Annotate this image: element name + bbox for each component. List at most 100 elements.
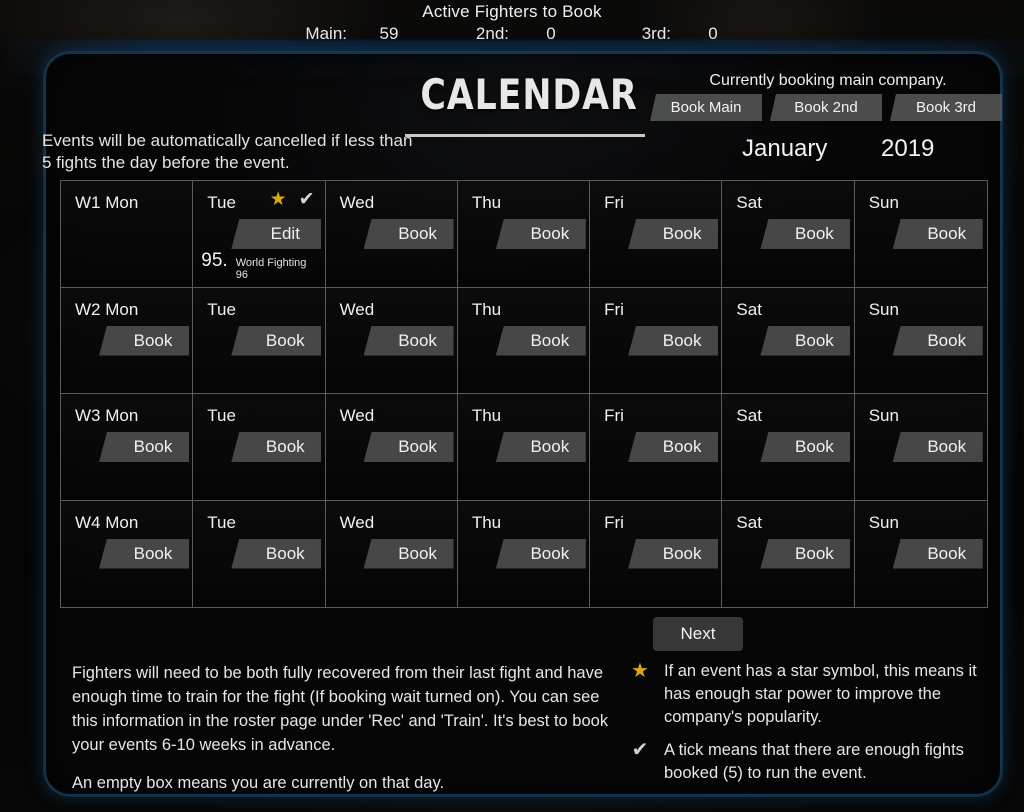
book-event-button[interactable]: Book bbox=[99, 325, 189, 356]
help-paragraph-1: Fighters will need to be both fully reco… bbox=[72, 664, 609, 754]
book-event-button[interactable]: Book bbox=[363, 325, 454, 356]
tick-icon: ✔ bbox=[298, 189, 315, 210]
calendar-cell: Sun Book bbox=[854, 181, 987, 288]
year-label: 2019 bbox=[881, 135, 935, 162]
edit-event-button[interactable]: Edit bbox=[231, 219, 322, 249]
day-label: Thu bbox=[471, 406, 502, 425]
book-3rd-button[interactable]: Book 3rd bbox=[890, 94, 1002, 121]
counter-label-2nd: 2nd: bbox=[475, 24, 509, 43]
calendar-grid: W1 Mon Tue ★ ✔ Edit 95. World Fighting 96 Wed Bo… bbox=[60, 180, 988, 608]
book-event-button[interactable]: Book bbox=[628, 325, 719, 356]
calendar-cell: Sat Book bbox=[722, 500, 855, 607]
day-label: Wed bbox=[339, 406, 375, 425]
day-label: Tue bbox=[207, 406, 236, 425]
day-label: W3 Mon bbox=[75, 406, 139, 425]
counter-value-main: 59 bbox=[379, 24, 399, 43]
next-button[interactable]: Next bbox=[653, 617, 743, 651]
book-event-button[interactable]: Book bbox=[495, 538, 586, 569]
book-event-button[interactable]: Book bbox=[628, 219, 719, 249]
legend-text-star: If an event has a star symbol, this mean… bbox=[664, 662, 977, 726]
book-event-button[interactable]: Book bbox=[99, 432, 189, 462]
day-label: Fri bbox=[604, 299, 624, 319]
book-event-button[interactable]: Book bbox=[628, 432, 719, 462]
calendar-cell: Thu Book bbox=[457, 287, 591, 394]
calendar-cell: Thu Book bbox=[457, 394, 591, 501]
book-event-button[interactable]: Book bbox=[495, 325, 586, 356]
calendar-cell: Tue Book bbox=[193, 500, 326, 607]
day-label: Sat bbox=[736, 406, 762, 425]
booking-help-text: Fighters will need to be both fully reco… bbox=[72, 661, 617, 795]
fighter-counters: Main: 59 2nd: 0 3rd: 0 bbox=[0, 24, 1024, 44]
day-label: Sun bbox=[868, 406, 899, 425]
day-label: Tue bbox=[207, 193, 236, 212]
book-event-button[interactable]: Book bbox=[363, 219, 454, 249]
day-label: Sat bbox=[736, 193, 762, 212]
day-label: W2 Mon bbox=[75, 299, 139, 319]
cancellation-note: Events will be automatically cancelled i… bbox=[42, 131, 413, 172]
counter-label-3rd: 3rd: bbox=[641, 24, 671, 43]
active-fighters-bar: Active Fighters to Book Main: 59 2nd: 0 … bbox=[0, 0, 1024, 46]
calendar-cell: W3 Mon Book bbox=[61, 394, 194, 501]
month-label: January bbox=[742, 135, 828, 162]
book-event-button[interactable]: Book bbox=[892, 538, 983, 569]
book-event-button[interactable]: Book bbox=[760, 538, 851, 569]
day-label: Sun bbox=[868, 193, 899, 212]
book-event-button[interactable]: Book bbox=[892, 219, 983, 249]
book-event-button[interactable]: Book bbox=[99, 538, 189, 569]
book-event-button[interactable]: Book bbox=[231, 325, 322, 356]
calendar-cell: Wed Book bbox=[325, 500, 458, 607]
event-name: World Fighting 96 bbox=[235, 256, 307, 281]
calendar-cell: Tue ★ ✔ Edit 95. World Fighting 96 bbox=[193, 181, 326, 288]
calendar-cell: Sat Book bbox=[722, 181, 855, 288]
day-label: Fri bbox=[604, 512, 624, 532]
book-event-button[interactable]: Book bbox=[231, 432, 322, 462]
legend-text-tick: A tick means that there are enough fight… bbox=[664, 741, 964, 782]
company-switch-buttons: Book Main Book 2nd Book 3rd bbox=[650, 94, 1002, 121]
calendar-cell: Sun Book bbox=[854, 500, 987, 607]
day-label: W1 Mon bbox=[75, 193, 139, 212]
book-event-button[interactable]: Book bbox=[495, 432, 586, 462]
calendar-cell: Sun Book bbox=[854, 394, 987, 501]
book-event-button[interactable]: Book bbox=[892, 325, 983, 356]
book-event-button[interactable]: Book bbox=[363, 432, 454, 462]
book-2nd-button[interactable]: Book 2nd bbox=[770, 94, 882, 121]
day-label: Thu bbox=[471, 193, 502, 212]
event-rating: 95. bbox=[201, 249, 228, 271]
booking-status-text: Currently booking main company. bbox=[709, 72, 947, 89]
day-label: Sun bbox=[868, 512, 899, 532]
day-label: Wed bbox=[339, 512, 375, 532]
book-event-button[interactable]: Book bbox=[760, 432, 851, 462]
book-event-button[interactable]: Book bbox=[760, 325, 851, 356]
day-label: Thu bbox=[471, 512, 502, 532]
day-label: Sat bbox=[736, 512, 762, 532]
calendar-cell: W2 Mon Book bbox=[61, 287, 194, 394]
calendar-cell: Wed Book bbox=[325, 394, 458, 501]
book-main-button[interactable]: Book Main bbox=[650, 94, 762, 121]
calendar-cell: Tue Book bbox=[193, 394, 326, 501]
book-event-button[interactable]: Book bbox=[495, 219, 586, 249]
day-label: Wed bbox=[339, 193, 375, 212]
day-label: Fri bbox=[604, 193, 624, 212]
book-event-button[interactable]: Book bbox=[892, 432, 983, 462]
symbol-legend: ★ If an event has a star symbol, this me… bbox=[630, 660, 980, 785]
day-label: Fri bbox=[604, 406, 624, 425]
active-fighters-title: Active Fighters to Book bbox=[422, 2, 602, 21]
day-label: Tue bbox=[207, 299, 236, 319]
day-label: Sat bbox=[736, 299, 762, 319]
counter-value-3rd: 0 bbox=[708, 24, 718, 43]
calendar-cell: Sat Book bbox=[722, 394, 855, 501]
calendar-cell: Sat Book bbox=[722, 287, 855, 394]
book-event-button[interactable]: Book bbox=[231, 538, 322, 569]
help-paragraph-2: An empty box means you are currently on … bbox=[72, 774, 445, 792]
book-event-button[interactable]: Book bbox=[760, 219, 851, 249]
calendar-cell: Sun Book bbox=[854, 287, 987, 394]
calendar-cell: Thu Book bbox=[457, 500, 591, 607]
book-event-button[interactable]: Book bbox=[363, 538, 454, 569]
calendar-cell: Fri Book bbox=[590, 500, 723, 607]
calendar-cell: Wed Book bbox=[325, 181, 458, 288]
calendar-cell: Wed Book bbox=[325, 287, 458, 394]
page-title: CALENDAR bbox=[420, 70, 638, 119]
legend-row-star: ★ If an event has a star symbol, this me… bbox=[630, 660, 980, 729]
event-status-icons: ★ ✔ bbox=[270, 190, 315, 209]
book-event-button[interactable]: Book bbox=[628, 538, 719, 569]
